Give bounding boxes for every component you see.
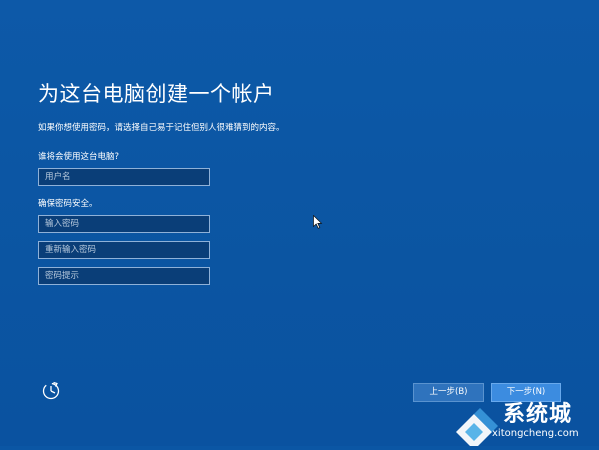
setup-screen: 为这台电脑创建一个帐户 如果你想使用密码，请选择自己易于记住但别人很难猜到的内容… (0, 0, 599, 450)
user-section-label: 谁将会使用这台电脑? (38, 152, 120, 162)
mouse-pointer-icon (313, 214, 323, 229)
page-title: 为这台电脑创建一个帐户 (38, 82, 275, 106)
password-field[interactable]: 输入密码 (38, 215, 210, 233)
confirm-password-field[interactable]: 重新输入密码 (38, 241, 210, 259)
password-section-label: 确保密码安全。 (38, 199, 98, 209)
ease-of-access-icon[interactable] (40, 380, 62, 402)
password-hint-field[interactable]: 密码提示 (38, 267, 210, 285)
username-field[interactable]: 用户名 (38, 168, 210, 186)
page-subtitle: 如果你想使用密码，请选择自己易于记住但别人很难猜到的内容。 (38, 123, 285, 133)
watermark-url: xitongcheng.com (492, 428, 579, 439)
watermark-brand: 系统城 (503, 402, 573, 427)
